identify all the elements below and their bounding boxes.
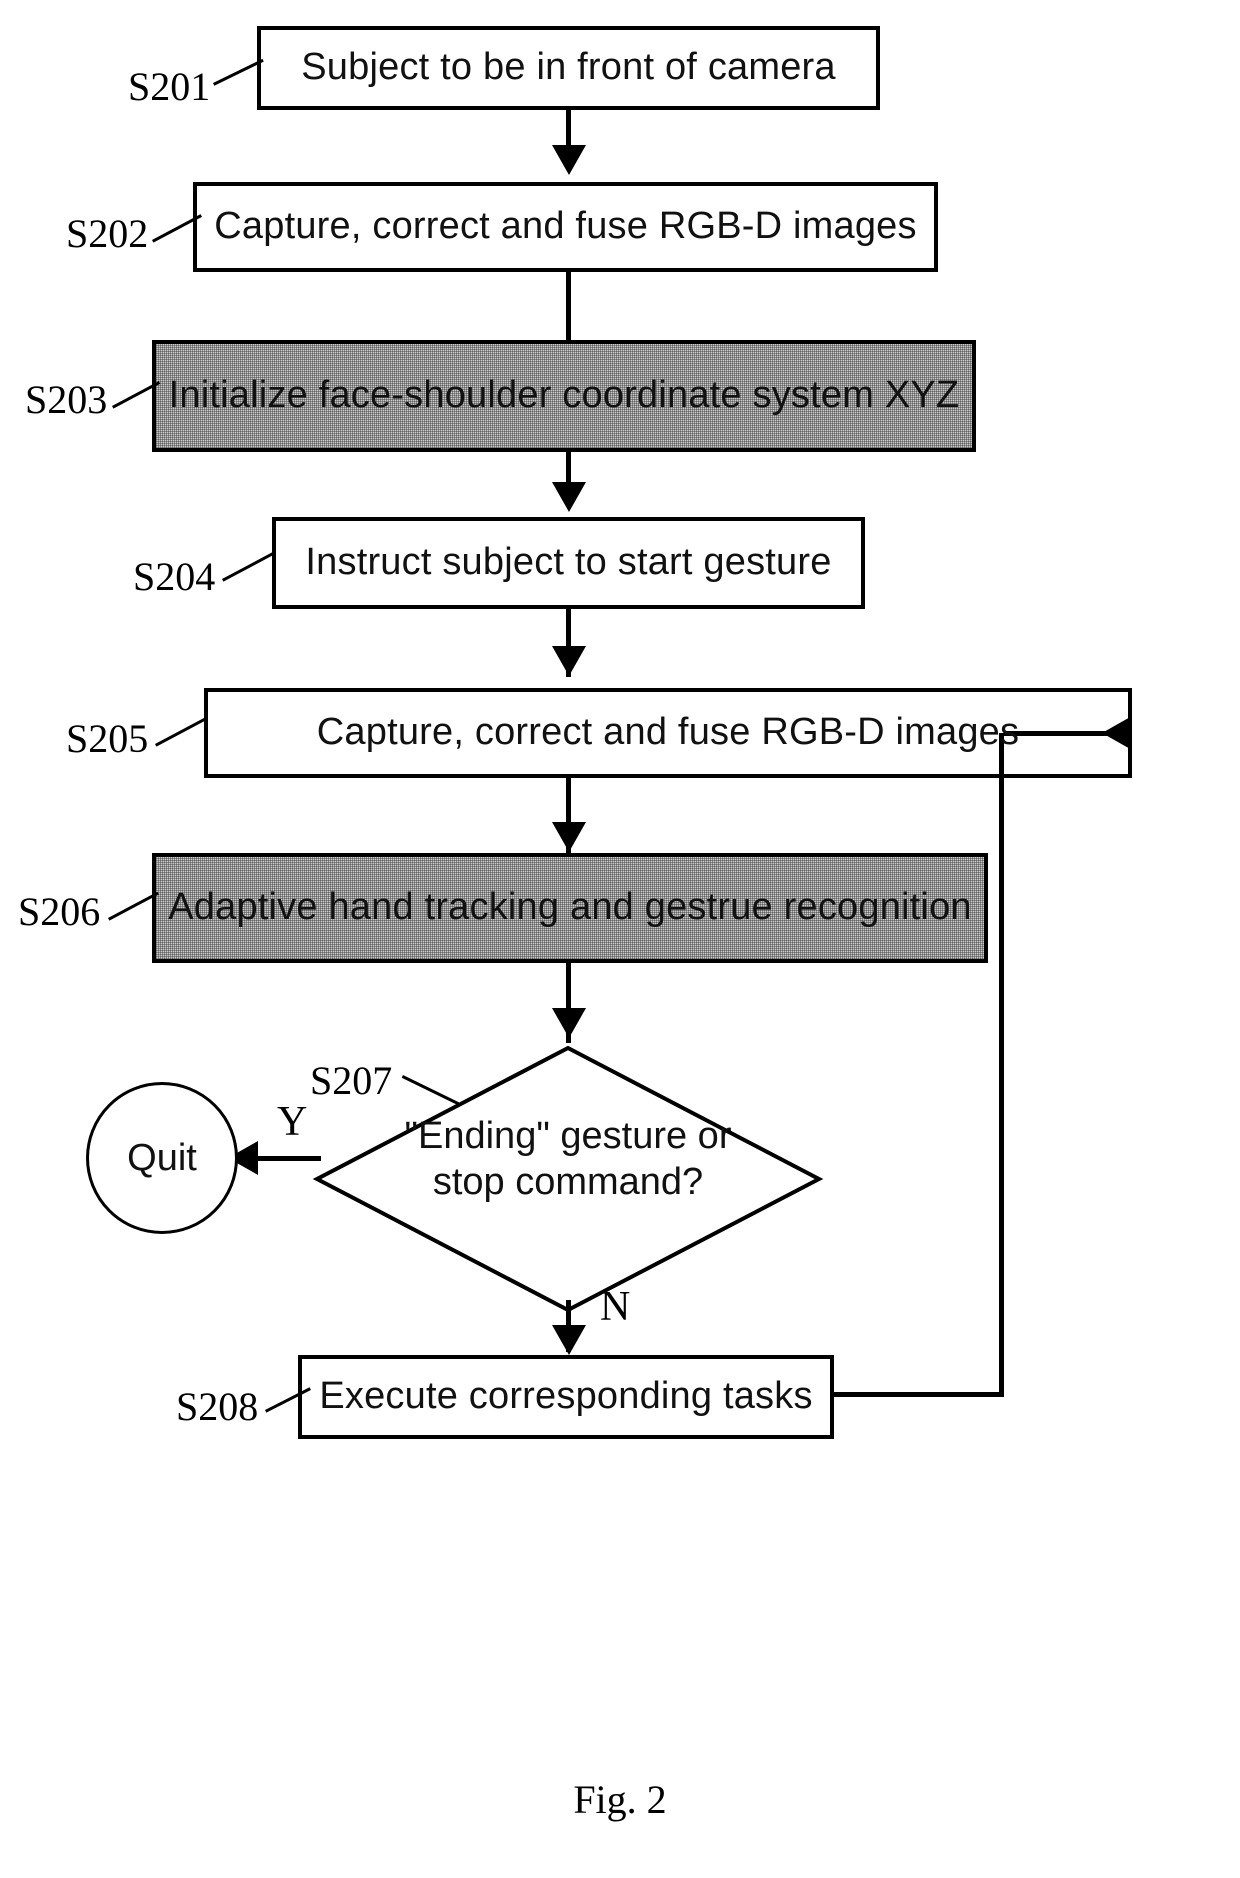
node-s208-label: Execute corresponding tasks bbox=[319, 1375, 813, 1418]
connector-s207-quit bbox=[253, 1156, 321, 1161]
step-tag-s205: S205 bbox=[66, 716, 149, 761]
node-s204[interactable]: Instruct subject to start gesture bbox=[272, 517, 865, 609]
node-s207-label-line1: "Ending" gesture or bbox=[404, 1115, 732, 1157]
arrowhead-s205-s206 bbox=[552, 822, 586, 852]
feedback-line-right bbox=[999, 733, 1004, 1395]
node-s207-label-line2: stop command? bbox=[432, 1161, 704, 1203]
figure-canvas: Subject to be in front of camera S201 Ca… bbox=[0, 0, 1240, 1878]
node-s202[interactable]: Capture, correct and fuse RGB-D images bbox=[193, 182, 938, 272]
node-s203[interactable]: Initialize face-shoulder coordinate syst… bbox=[152, 340, 976, 452]
figure-caption: Fig. 2 bbox=[573, 1777, 667, 1822]
node-s205-label: Capture, correct and fuse RGB-D images bbox=[316, 711, 1020, 754]
arrowhead-s207-s208 bbox=[552, 1325, 586, 1355]
step-tag-s202: S202 bbox=[66, 211, 149, 256]
node-s202-label: Capture, correct and fuse RGB-D images bbox=[214, 205, 917, 248]
step-tag-s201: S201 bbox=[128, 64, 211, 109]
node-s208[interactable]: Execute corresponding tasks bbox=[298, 1355, 834, 1439]
leader-line-s205 bbox=[155, 717, 207, 747]
node-s204-label: Instruct subject to start gesture bbox=[305, 541, 832, 584]
arrowhead-feedback-s205 bbox=[1102, 716, 1132, 750]
step-tag-s204: S204 bbox=[133, 554, 216, 599]
branch-label-no: N bbox=[600, 1284, 631, 1330]
step-tag-s203: S203 bbox=[25, 377, 108, 422]
node-s206[interactable]: Adaptive hand tracking and gestrue recog… bbox=[152, 853, 988, 963]
branch-label-yes: Y bbox=[277, 1099, 308, 1145]
node-s205[interactable]: Capture, correct and fuse RGB-D images bbox=[204, 688, 1132, 778]
leader-line-s204 bbox=[222, 551, 275, 582]
step-tag-s206: S206 bbox=[18, 889, 101, 934]
arrowhead-s203-s204 bbox=[552, 482, 586, 512]
step-tag-s207: S207 bbox=[310, 1058, 393, 1103]
step-tag-s208: S208 bbox=[176, 1384, 259, 1429]
arrowhead-s206-s207 bbox=[552, 1008, 586, 1038]
node-s203-label: Initialize face-shoulder coordinate syst… bbox=[168, 374, 960, 417]
feedback-line-bottom bbox=[832, 1392, 1004, 1397]
node-s201[interactable]: Subject to be in front of camera bbox=[257, 26, 880, 110]
terminator-quit-label: Quit bbox=[127, 1136, 197, 1179]
terminator-quit[interactable]: Quit bbox=[86, 1082, 238, 1234]
arrowhead-s201-s202 bbox=[552, 145, 586, 175]
arrowhead-s204-s205 bbox=[552, 646, 586, 676]
node-s201-label: Subject to be in front of camera bbox=[301, 46, 836, 89]
node-s206-label: Adaptive hand tracking and gestrue recog… bbox=[168, 886, 972, 929]
